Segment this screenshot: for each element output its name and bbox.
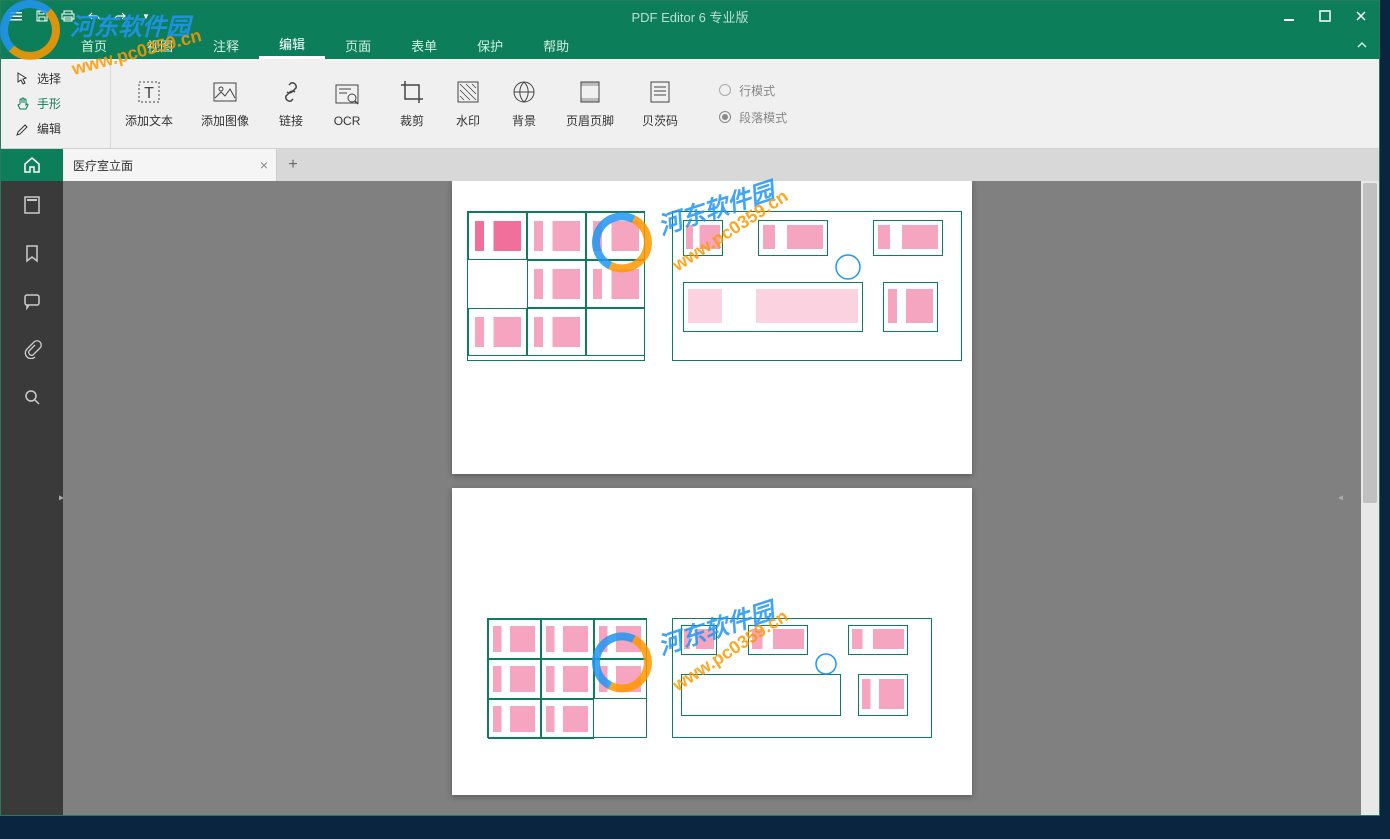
titlebar: ▼ PDF Editor 6 专业版: [1, 1, 1379, 31]
close-button[interactable]: [1343, 1, 1379, 31]
select-mode-button[interactable]: 选择: [1, 66, 110, 91]
bates-label: 贝茨码: [642, 112, 678, 129]
scrollbar-thumb[interactable]: [1363, 183, 1377, 503]
edit-mode-button[interactable]: 编辑: [1, 116, 110, 141]
maximize-button[interactable]: [1307, 1, 1343, 31]
menu-page[interactable]: 页面: [325, 31, 391, 59]
line-mode-radio[interactable]: 行模式: [719, 82, 787, 99]
document-tab[interactable]: 医疗室立面 ×: [63, 149, 277, 181]
paragraph-mode-label: 段落模式: [739, 109, 787, 126]
ribbon-mode-group: 选择 手形 编辑: [1, 59, 111, 148]
tab-close-icon[interactable]: ×: [260, 157, 268, 173]
minimize-button[interactable]: [1271, 1, 1307, 31]
add-image-button[interactable]: 添加图像: [187, 78, 263, 129]
menu-edit[interactable]: 编辑: [259, 31, 325, 59]
search-icon[interactable]: [20, 385, 44, 409]
link-icon: [277, 78, 305, 106]
menu-form[interactable]: 表单: [391, 31, 457, 59]
background-button[interactable]: 背景: [496, 78, 552, 129]
menu-home[interactable]: 首页: [61, 31, 127, 59]
menubar: 首页 视图 注释 编辑 页面 表单 保护 帮助: [1, 31, 1379, 59]
radio-icon: [719, 84, 731, 96]
background-label: 背景: [512, 112, 536, 129]
hand-mode-button[interactable]: 手形: [1, 91, 110, 116]
add-image-label: 添加图像: [201, 112, 249, 129]
ocr-label: OCR: [334, 114, 361, 128]
menu-view[interactable]: 视图: [127, 31, 193, 59]
add-tab-button[interactable]: +: [277, 149, 309, 181]
window-controls: [1271, 1, 1379, 31]
header-footer-button[interactable]: 页眉页脚: [552, 78, 628, 129]
pdf-page: [452, 181, 972, 474]
document-viewport[interactable]: ◂: [63, 181, 1361, 815]
ribbon-tools-group: T 添加文本 添加图像 链接 OCR: [111, 59, 805, 148]
hand-mode-label: 手形: [37, 95, 61, 112]
ocr-icon: [333, 80, 361, 108]
thumbnails-icon[interactable]: [20, 193, 44, 217]
crop-button[interactable]: 裁剪: [384, 78, 440, 129]
link-label: 链接: [279, 112, 303, 129]
bookmarks-icon[interactable]: [20, 241, 44, 265]
home-tab[interactable]: [1, 149, 63, 181]
bates-icon: [646, 78, 674, 106]
watermark-icon: [454, 78, 482, 106]
main-area: ▸: [1, 181, 1379, 815]
select-mode-label: 选择: [37, 70, 61, 87]
watermark-label: 水印: [456, 112, 480, 129]
app-menu-icon[interactable]: [9, 9, 23, 23]
watermark-button[interactable]: 水印: [440, 78, 496, 129]
edit-mode-radio-group: 行模式 段落模式: [701, 82, 805, 126]
menu-annotate[interactable]: 注释: [193, 31, 259, 59]
document-tab-label: 医疗室立面: [73, 157, 133, 174]
left-sidebar: ▸: [1, 181, 63, 815]
radio-icon: [719, 111, 731, 123]
attachments-icon[interactable]: [20, 337, 44, 361]
tabbar: 医疗室立面 × +: [1, 149, 1379, 181]
add-text-icon: T: [135, 78, 163, 106]
window-title: PDF Editor 6 专业版: [631, 7, 748, 26]
redo-icon[interactable]: [113, 9, 127, 23]
ribbon-collapse-icon[interactable]: [1355, 38, 1369, 52]
print-icon[interactable]: [61, 9, 75, 23]
svg-text:T: T: [144, 85, 154, 102]
line-mode-label: 行模式: [739, 82, 775, 99]
menu-help[interactable]: 帮助: [523, 31, 589, 59]
header-footer-icon: [576, 78, 604, 106]
ribbon: 选择 手形 编辑 T 添加文本 添加图像: [1, 59, 1379, 149]
header-footer-label: 页眉页脚: [566, 112, 614, 129]
paragraph-mode-radio[interactable]: 段落模式: [719, 109, 787, 126]
crop-icon: [398, 78, 426, 106]
right-expand-icon[interactable]: ◂: [1338, 493, 1343, 504]
crop-label: 裁剪: [400, 112, 424, 129]
background-icon: [510, 78, 538, 106]
add-text-button[interactable]: T 添加文本: [111, 78, 187, 129]
ocr-button[interactable]: OCR: [319, 80, 375, 128]
add-image-icon: [211, 78, 239, 106]
app-window: ▼ PDF Editor 6 专业版 首页 视图 注释 编辑 页面 表单 保护 …: [0, 0, 1380, 816]
bates-button[interactable]: 贝茨码: [628, 78, 692, 129]
add-text-label: 添加文本: [125, 112, 173, 129]
comments-icon[interactable]: [20, 289, 44, 313]
qat-dropdown-icon[interactable]: ▼: [139, 9, 153, 23]
scrollbar[interactable]: [1361, 181, 1379, 815]
link-button[interactable]: 链接: [263, 78, 319, 129]
edit-mode-label: 编辑: [37, 120, 61, 137]
save-icon[interactable]: [35, 9, 49, 23]
undo-icon[interactable]: [87, 9, 101, 23]
menu-protect[interactable]: 保护: [457, 31, 523, 59]
pdf-page: [452, 488, 972, 795]
quick-access-toolbar: ▼: [1, 9, 161, 23]
